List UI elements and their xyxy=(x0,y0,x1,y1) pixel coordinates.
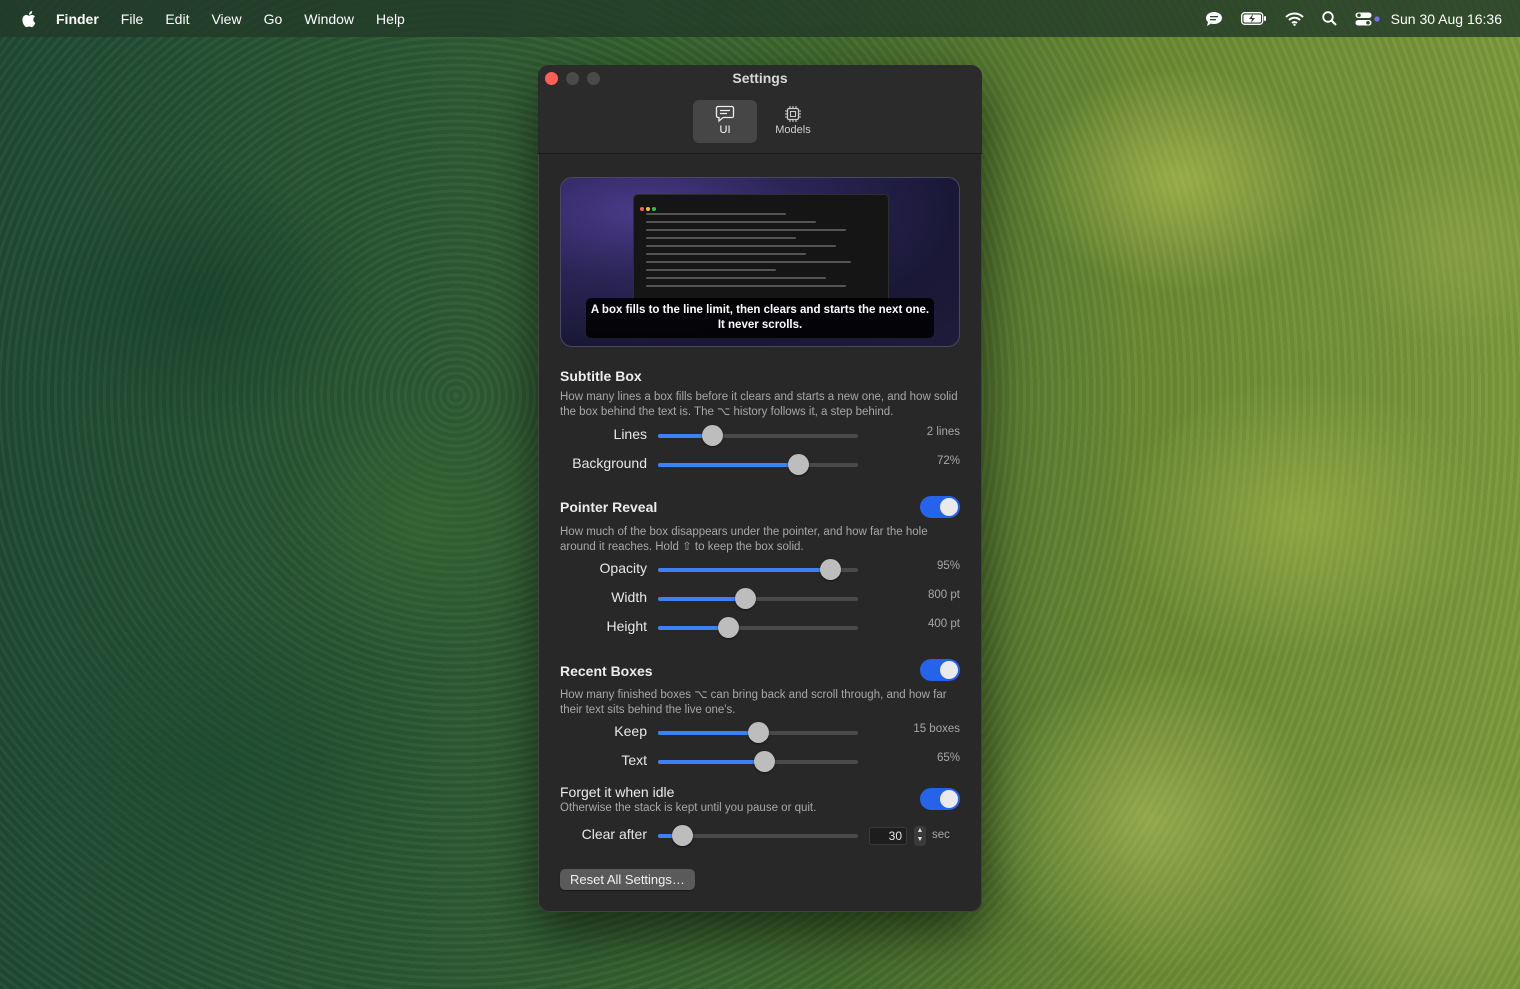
tab-ui[interactable]: UI xyxy=(693,100,757,143)
menu-go[interactable]: Go xyxy=(264,11,283,27)
title-bar: Settings UI Models xyxy=(538,65,982,154)
opacity-slider-knob[interactable] xyxy=(820,559,841,580)
height-slider-knob[interactable] xyxy=(718,617,739,638)
lines-value: 2 lines xyxy=(926,426,960,438)
clear-after-slider-knob[interactable] xyxy=(672,825,693,846)
window-title: Settings xyxy=(732,70,788,86)
lines-label: Lines xyxy=(613,426,647,442)
wifi-icon[interactable] xyxy=(1284,12,1304,26)
tab-ui-label: UI xyxy=(719,124,731,136)
keep-label: Keep xyxy=(614,723,647,739)
tab-models[interactable]: Models xyxy=(761,100,825,143)
subtitle-box-title: Subtitle Box xyxy=(560,368,642,384)
clear-after-label: Clear after xyxy=(581,826,647,842)
opacity-label: Opacity xyxy=(599,560,647,576)
lines-slider[interactable] xyxy=(658,425,858,446)
recent-boxes-title: Recent Boxes xyxy=(560,663,653,679)
reset-all-settings-button[interactable]: Reset All Settings… xyxy=(560,869,695,890)
clear-after-slider[interactable] xyxy=(658,825,858,846)
recent-boxes-toggle[interactable] xyxy=(920,659,960,681)
pointer-reveal-description: How much of the box disappears under the… xyxy=(560,526,928,553)
chip-icon xyxy=(785,106,801,122)
clear-after-unit: sec xyxy=(932,829,950,841)
text-value: 65% xyxy=(936,752,960,764)
width-label: Width xyxy=(611,589,647,605)
menubar-clock[interactable]: Sun 30 Aug 16:36 xyxy=(1391,11,1502,27)
lines-slider-knob[interactable] xyxy=(702,425,723,446)
preview-mini-window xyxy=(633,194,889,308)
text-slider-knob[interactable] xyxy=(754,751,775,772)
settings-window: Settings UI Models A box fills to the li… xyxy=(538,65,982,912)
apple-menu-icon[interactable] xyxy=(20,10,36,28)
clear-after-stepper[interactable]: ▲ ▼ xyxy=(914,826,926,846)
chevron-up-icon[interactable]: ▲ xyxy=(917,827,924,834)
forget-idle-title: Forget it when idle xyxy=(560,784,675,800)
forget-idle-subtitle: Otherwise the stack is kept until you pa… xyxy=(560,802,817,814)
recent-boxes-description: How many finished boxes ⌥ can bring back… xyxy=(560,689,947,716)
background-slider[interactable] xyxy=(658,454,858,475)
menu-file[interactable]: File xyxy=(121,11,144,27)
height-value: 400 pt xyxy=(928,618,960,630)
menu-bar: Finder File Edit View Go Window Help Sun… xyxy=(0,0,1520,37)
battery-icon[interactable] xyxy=(1240,12,1267,25)
menu-finder[interactable]: Finder xyxy=(56,11,99,27)
opacity-value: 95% xyxy=(936,560,960,572)
opacity-slider[interactable] xyxy=(658,559,858,580)
speech-bubble-icon xyxy=(715,105,735,123)
spotlight-icon[interactable] xyxy=(1321,11,1337,26)
tab-models-label: Models xyxy=(775,124,811,136)
messages-icon[interactable] xyxy=(1205,11,1223,27)
menu-view[interactable]: View xyxy=(211,11,241,27)
control-center-icon[interactable] xyxy=(1355,12,1381,26)
preview-caption: A box fills to the line limit, then clea… xyxy=(586,298,934,338)
height-slider[interactable] xyxy=(658,617,858,638)
clear-after-field[interactable]: 30 xyxy=(869,827,907,845)
preview-panel: A box fills to the line limit, then clea… xyxy=(560,177,960,347)
keep-value: 15 boxes xyxy=(913,723,960,735)
subtitle-box-description: How many lines a box fills before it cle… xyxy=(560,391,958,418)
height-label: Height xyxy=(606,618,647,634)
background-slider-knob[interactable] xyxy=(788,454,809,475)
background-value: 72% xyxy=(936,455,960,467)
pointer-reveal-toggle[interactable] xyxy=(920,496,960,518)
menu-window[interactable]: Window xyxy=(304,11,354,27)
keep-slider[interactable] xyxy=(658,722,858,743)
width-slider-knob[interactable] xyxy=(735,588,756,609)
text-label: Text xyxy=(621,752,647,768)
width-slider[interactable] xyxy=(658,588,858,609)
menu-edit[interactable]: Edit xyxy=(165,11,189,27)
keep-slider-knob[interactable] xyxy=(748,722,769,743)
background-label: Background xyxy=(572,455,647,471)
text-slider[interactable] xyxy=(658,751,858,772)
menu-help[interactable]: Help xyxy=(376,11,405,27)
chevron-down-icon[interactable]: ▼ xyxy=(917,836,924,843)
width-value: 800 pt xyxy=(928,589,960,601)
forget-idle-toggle[interactable] xyxy=(920,788,960,810)
pointer-reveal-title: Pointer Reveal xyxy=(560,499,658,515)
